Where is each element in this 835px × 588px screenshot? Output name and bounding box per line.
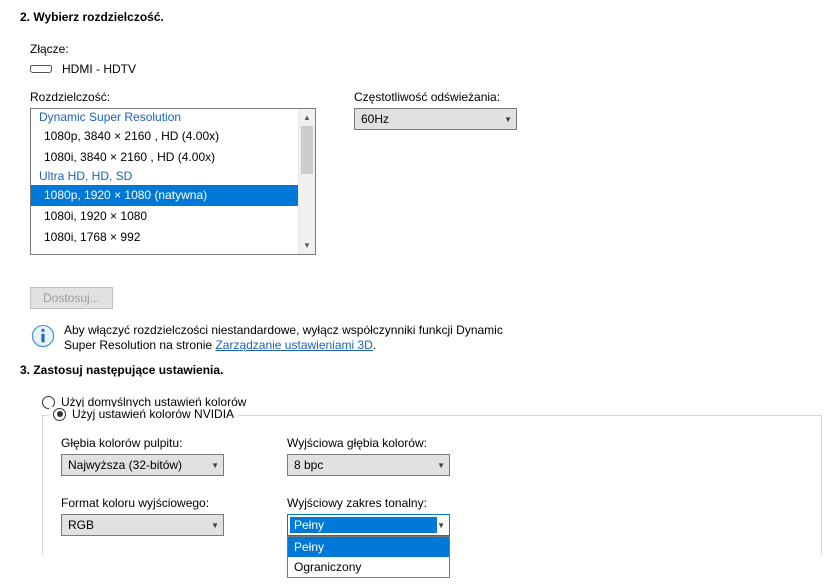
resolution-item[interactable]: 1080i, 1768 × 992 [31,227,298,248]
desktop-color-depth-label: Głębia kolorów pulpitu: [61,436,261,450]
output-color-depth-value: 8 bpc [294,458,323,472]
scrollbar[interactable]: ▲ ▼ [298,109,315,254]
desktop-color-depth-value: Najwyższa (32-bitów) [68,458,182,472]
info-icon [30,323,56,349]
output-color-depth-label: Wyjściowa głębia kolorów: [287,436,487,450]
manage-3d-settings-link[interactable]: Zarządzanie ustawieniami 3D [215,338,372,352]
resolution-item[interactable]: 1080i, 1920 × 1080 [31,206,298,227]
scroll-down-icon[interactable]: ▼ [299,237,315,254]
output-dynamic-range-label: Wyjściowy zakres tonalny: [287,496,487,510]
output-color-depth-dropdown[interactable]: 8 bpc ▼ [287,454,450,476]
dynamic-range-options-list[interactable]: Pełny Ograniczony [287,536,450,578]
output-dynamic-range-dropdown[interactable]: Pełny ▼ [287,514,450,536]
output-color-format-label: Format koloru wyjściowego: [61,496,261,510]
resolution-item[interactable]: 1080i, 3840 × 2160 , HD (4.00x) [31,147,298,168]
radio-icon [53,408,66,421]
radio-nvidia-label: Użyj ustawień kolorów NVIDIA [72,407,234,421]
customize-button: Dostosuj... [30,287,113,309]
refresh-rate-dropdown[interactable]: 60Hz ▼ [354,108,517,130]
output-color-format-dropdown[interactable]: RGB ▼ [61,514,224,536]
chevron-down-icon: ▼ [504,115,512,124]
info-text: Aby włączyć rozdzielczości niestandardow… [64,323,524,353]
scrollbar-thumb[interactable] [301,126,313,174]
chevron-down-icon: ▼ [211,461,219,470]
connector-label: Złącze: [30,42,835,56]
output-color-format-value: RGB [68,518,94,532]
resolution-listbox[interactable]: Dynamic Super Resolution 1080p, 3840 × 2… [30,108,316,255]
resolution-group-dsr: Dynamic Super Resolution [31,109,298,126]
step-3-heading: 3. Zastosuj następujące ustawienia. [20,363,835,377]
scroll-up-icon[interactable]: ▲ [299,109,315,126]
resolution-item[interactable]: 1080p, 3840 × 2160 , HD (4.00x) [31,126,298,147]
chevron-down-icon: ▼ [211,521,219,530]
chevron-down-icon: ▼ [437,521,445,530]
desktop-color-depth-dropdown[interactable]: Najwyższa (32-bitów) ▼ [61,454,224,476]
hdmi-icon [30,65,52,73]
connector-value: HDMI - HDTV [62,62,136,76]
dynamic-range-option[interactable]: Ograniczony [288,557,449,577]
output-dynamic-range-value: Pełny [290,517,437,533]
refresh-rate-value: 60Hz [361,112,389,126]
resolution-group-uhd: Ultra HD, HD, SD [31,168,298,185]
step-2-heading: 2. Wybierz rozdzielczość. [20,10,835,24]
refresh-label: Częstotliwość odświeżania: [354,90,517,104]
resolution-item-selected[interactable]: 1080p, 1920 × 1080 (natywna) [31,185,298,206]
resolution-label: Rozdzielczość: [30,90,316,104]
dynamic-range-option[interactable]: Pełny [288,537,449,557]
chevron-down-icon: ▼ [437,461,445,470]
radio-nvidia-colors[interactable]: Użyj ustawień kolorów NVIDIA [53,407,234,421]
